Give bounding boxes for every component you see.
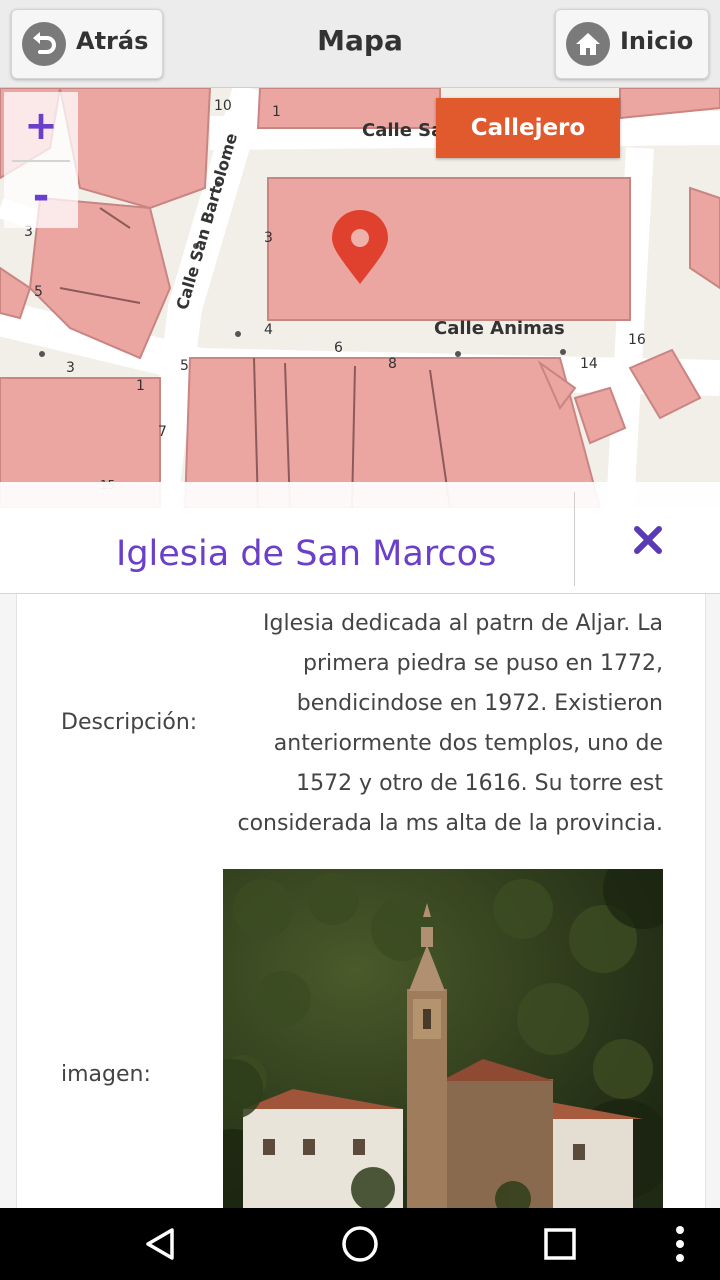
nav-recents-button[interactable] bbox=[536, 1220, 584, 1268]
house-number: 14 bbox=[580, 356, 598, 372]
image-label: imagen: bbox=[61, 1062, 151, 1087]
zoom-out-button[interactable]: - bbox=[4, 162, 78, 230]
zoom-control: + - bbox=[4, 92, 78, 228]
nav-back-icon bbox=[146, 1228, 174, 1260]
house-number: 6 bbox=[334, 340, 343, 356]
app-header: Atrás Mapa Inicio bbox=[0, 0, 720, 88]
popup-divider bbox=[574, 492, 575, 586]
back-button[interactable]: Atrás bbox=[11, 9, 163, 79]
street-label: Calle Sa bbox=[362, 120, 444, 141]
street-label: Calle Animas bbox=[434, 318, 565, 339]
house-number: 10 bbox=[214, 98, 232, 114]
close-button[interactable] bbox=[620, 516, 676, 564]
popup-title: Iglesia de San Marcos bbox=[116, 534, 497, 574]
nav-home-icon bbox=[342, 1226, 378, 1262]
church-photo bbox=[223, 869, 663, 1208]
back-arrow-icon bbox=[22, 22, 66, 66]
back-button-label: Atrás bbox=[76, 27, 149, 55]
close-icon bbox=[634, 526, 662, 554]
nav-menu-icon bbox=[676, 1226, 684, 1262]
house-number: 5 bbox=[34, 284, 43, 300]
house-number: 7 bbox=[158, 424, 167, 440]
home-button[interactable]: Inicio bbox=[555, 9, 709, 79]
house-number: 5 bbox=[180, 358, 189, 374]
description-text: Iglesia dedicada al patrn de Aljar. La p… bbox=[237, 611, 663, 836]
house-number: 8 bbox=[388, 356, 397, 372]
house-number: 3 bbox=[264, 230, 273, 246]
house-number: 3 bbox=[66, 360, 75, 376]
nav-menu-button[interactable] bbox=[656, 1220, 704, 1268]
house-number: 4 bbox=[264, 322, 273, 338]
home-button-label: Inicio bbox=[620, 27, 694, 55]
popup-header: Iglesia de San Marcos bbox=[0, 482, 720, 594]
house-number: 16 bbox=[628, 332, 646, 348]
house-number: 1 bbox=[272, 104, 281, 120]
house-number: 1 bbox=[136, 378, 145, 394]
detail-panel[interactable]: Descripción: Iglesia dedicada al patrn d… bbox=[0, 594, 720, 1208]
page-title: Mapa bbox=[317, 24, 403, 57]
zoom-in-button[interactable]: + bbox=[4, 92, 78, 160]
nav-recents-icon bbox=[544, 1228, 576, 1260]
system-nav-bar bbox=[0, 1208, 720, 1280]
nav-home-button[interactable] bbox=[336, 1220, 384, 1268]
home-icon bbox=[566, 22, 610, 66]
nav-back-button[interactable] bbox=[136, 1220, 184, 1268]
description-label: Descripción: bbox=[61, 710, 198, 735]
callejero-button[interactable]: Callejero bbox=[436, 98, 620, 158]
detail-card: Descripción: Iglesia dedicada al patrn d… bbox=[16, 594, 706, 1208]
